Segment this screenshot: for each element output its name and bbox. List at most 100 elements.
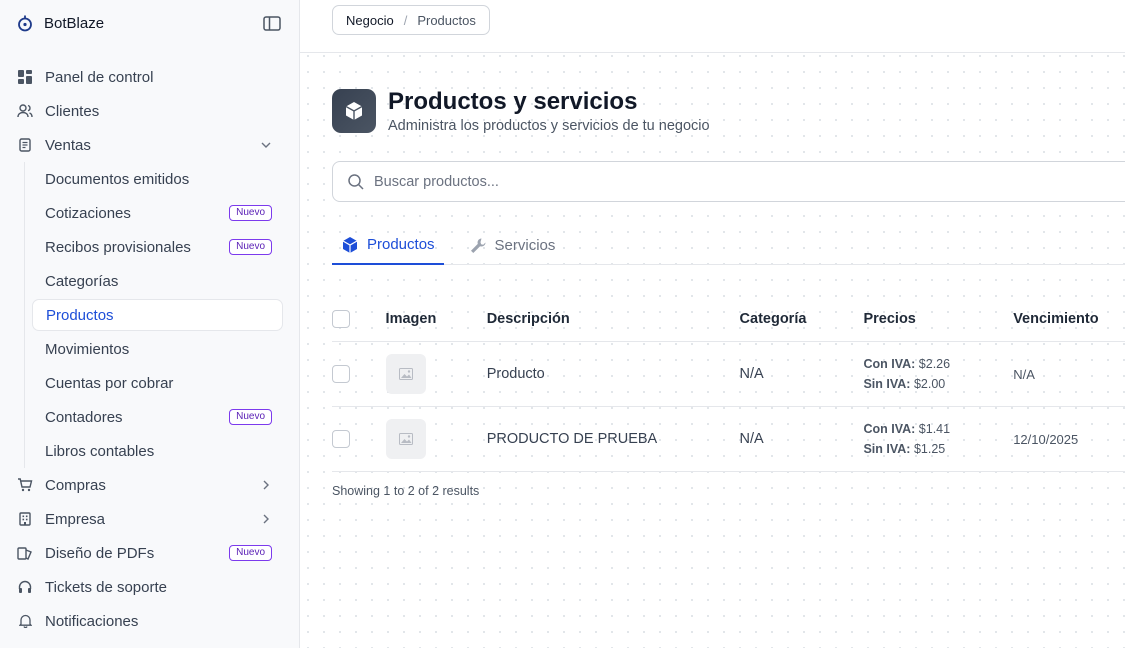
sidebar-item-panel[interactable]: Panel de control [0, 60, 300, 94]
table-row[interactable]: PRODUCTO DE PRUEBA N/A Con IVA: $1.41 Si… [332, 407, 1125, 472]
sidebar-item-ventas[interactable]: Ventas [0, 128, 300, 162]
row-checkbox[interactable] [332, 365, 350, 383]
sidebar-item-clientes[interactable]: Clientes [0, 94, 300, 128]
sidebar-toggle-icon [263, 15, 281, 31]
product-thumbnail [385, 419, 426, 459]
sidebar-item-label: Clientes [45, 102, 100, 120]
price-label: Sin IVA: [863, 377, 911, 391]
product-thumbnail [385, 354, 426, 394]
breadcrumb-parent[interactable]: Negocio [346, 13, 394, 28]
tab-servicios[interactable]: Servicios [460, 226, 565, 265]
image-placeholder-icon [398, 368, 413, 380]
column-header[interactable]: Precios [863, 311, 1013, 327]
sidebar-item-notificaciones[interactable]: Notificaciones [0, 604, 300, 638]
brand[interactable]: BotBlaze [16, 14, 104, 32]
sidebar-subitem-cotizaciones[interactable]: Cotizaciones Nuevo [32, 196, 283, 230]
row-checkbox-cell [332, 365, 386, 383]
sidebar-item-empresa[interactable]: Empresa [0, 502, 300, 536]
cube-header-icon [332, 89, 376, 133]
sidebar-item-label: Libros contables [45, 442, 155, 460]
products-table: Imagen Descripción Categoría Precios Ven… [332, 296, 1125, 472]
search-icon [348, 173, 364, 190]
chevron-down-icon [260, 139, 272, 151]
sidebar-nav: Panel de control Clientes Ventas Documen… [0, 60, 300, 638]
sidebar-item-label: Ventas [45, 136, 91, 154]
sidebar-item-label: Diseño de PDFs [45, 544, 155, 562]
main-content: Negocio / Productos Productos y servicio… [300, 0, 1125, 648]
bot-logo-icon [18, 15, 32, 32]
column-header[interactable]: Descripción [487, 311, 740, 327]
sidebar-item-label: Documentos emitidos [45, 170, 190, 188]
sidebar-subitem-cuentas[interactable]: Cuentas por cobrar [32, 366, 283, 400]
search-box [332, 161, 1125, 202]
price-value: $2.00 [913, 377, 946, 391]
ventas-submenu: Documentos emitidos Cotizaciones Nuevo R… [0, 162, 300, 468]
document-design-icon [17, 545, 33, 561]
sidebar-item-tickets[interactable]: Tickets de soporte [0, 570, 300, 604]
breadcrumb-separator: / [403, 12, 408, 28]
select-all-checkbox[interactable] [332, 309, 350, 328]
price-value: $1.41 [918, 422, 951, 436]
sidebar-subitem-documentos[interactable]: Documentos emitidos [32, 162, 283, 196]
tab-label: Productos [367, 236, 435, 253]
sidebar-subitem-movimientos[interactable]: Movimientos [32, 332, 283, 366]
column-header[interactable]: Imagen [386, 311, 487, 327]
price-label: Sin IVA: [863, 442, 911, 456]
sidebar-toggle-button[interactable] [263, 15, 281, 31]
new-badge: Nuevo [229, 545, 272, 561]
sidebar-item-label: Panel de control [45, 68, 154, 86]
breadcrumb: Negocio / Productos [332, 5, 490, 35]
description-cell: Producto [486, 366, 545, 382]
column-header[interactable]: Categoría [740, 311, 864, 327]
tab-productos[interactable]: Productos [332, 226, 444, 265]
page-subtitle: Administra los productos y servicios de … [388, 118, 710, 134]
chevron-right-icon [260, 513, 272, 525]
wrench-icon [470, 238, 486, 253]
price-without-iva: Sin IVA: $1.25 [863, 439, 1013, 459]
sidebar-item-compras[interactable]: Compras [0, 468, 300, 502]
category-cell: N/A [739, 431, 764, 447]
dashboard-icon [17, 69, 33, 85]
image-cell [385, 419, 487, 459]
receipt-icon [17, 137, 33, 153]
sidebar-subitem-contadores[interactable]: Contadores Nuevo [32, 400, 283, 434]
new-badge: Nuevo [229, 205, 272, 221]
page-title: Productos y servicios [388, 88, 638, 115]
sidebar: BotBlaze Panel de control Clientes Venta… [0, 0, 300, 648]
row-checkbox[interactable] [332, 430, 350, 448]
brand-name: BotBlaze [44, 14, 105, 32]
price-with-iva: Con IVA: $2.26 [863, 354, 1013, 374]
row-checkbox-cell [332, 430, 386, 448]
users-icon [17, 103, 33, 119]
tabs: Productos Servicios [332, 226, 1125, 265]
sidebar-subitem-categorias[interactable]: Categorías [32, 264, 283, 298]
tab-label: Servicios [494, 237, 556, 254]
new-badge: Nuevo [229, 239, 272, 255]
new-badge: Nuevo [229, 409, 272, 425]
cube-icon [342, 236, 358, 253]
results-summary: Showing 1 to 2 of 2 results [332, 484, 480, 498]
sidebar-item-label: Empresa [45, 510, 106, 528]
chevron-right-icon [260, 479, 272, 491]
header-checkbox-cell [332, 309, 386, 328]
sidebar-subitem-libros[interactable]: Libros contables [32, 434, 283, 468]
price-value: $2.26 [918, 357, 951, 371]
search-input[interactable] [374, 173, 1125, 190]
image-cell [385, 354, 487, 394]
headphones-icon [17, 579, 33, 595]
sidebar-subitem-recibos[interactable]: Recibos provisionales Nuevo [32, 230, 283, 264]
top-bar: Negocio / Productos [300, 0, 1125, 53]
column-header[interactable]: Vencimiento [1013, 311, 1125, 327]
sidebar-subitem-productos[interactable]: Productos [32, 299, 283, 331]
sidebar-item-label: Contadores [45, 408, 123, 426]
price-label: Con IVA: [863, 357, 916, 371]
table-header-row: Imagen Descripción Categoría Precios Ven… [332, 296, 1125, 342]
price-without-iva: Sin IVA: $2.00 [863, 374, 1013, 394]
prices-cell: Con IVA: $2.26 Sin IVA: $2.00 [863, 354, 1013, 394]
sidebar-item-label: Movimientos [45, 340, 130, 358]
table-row[interactable]: Producto N/A Con IVA: $2.26 Sin IVA: $2.… [332, 342, 1125, 407]
page-header: Productos y servicios Administra los pro… [332, 88, 710, 134]
sidebar-item-diseno-pdfs[interactable]: Diseño de PDFs Nuevo [0, 536, 300, 570]
cart-icon [17, 477, 33, 493]
price-with-iva: Con IVA: $1.41 [863, 419, 1013, 439]
